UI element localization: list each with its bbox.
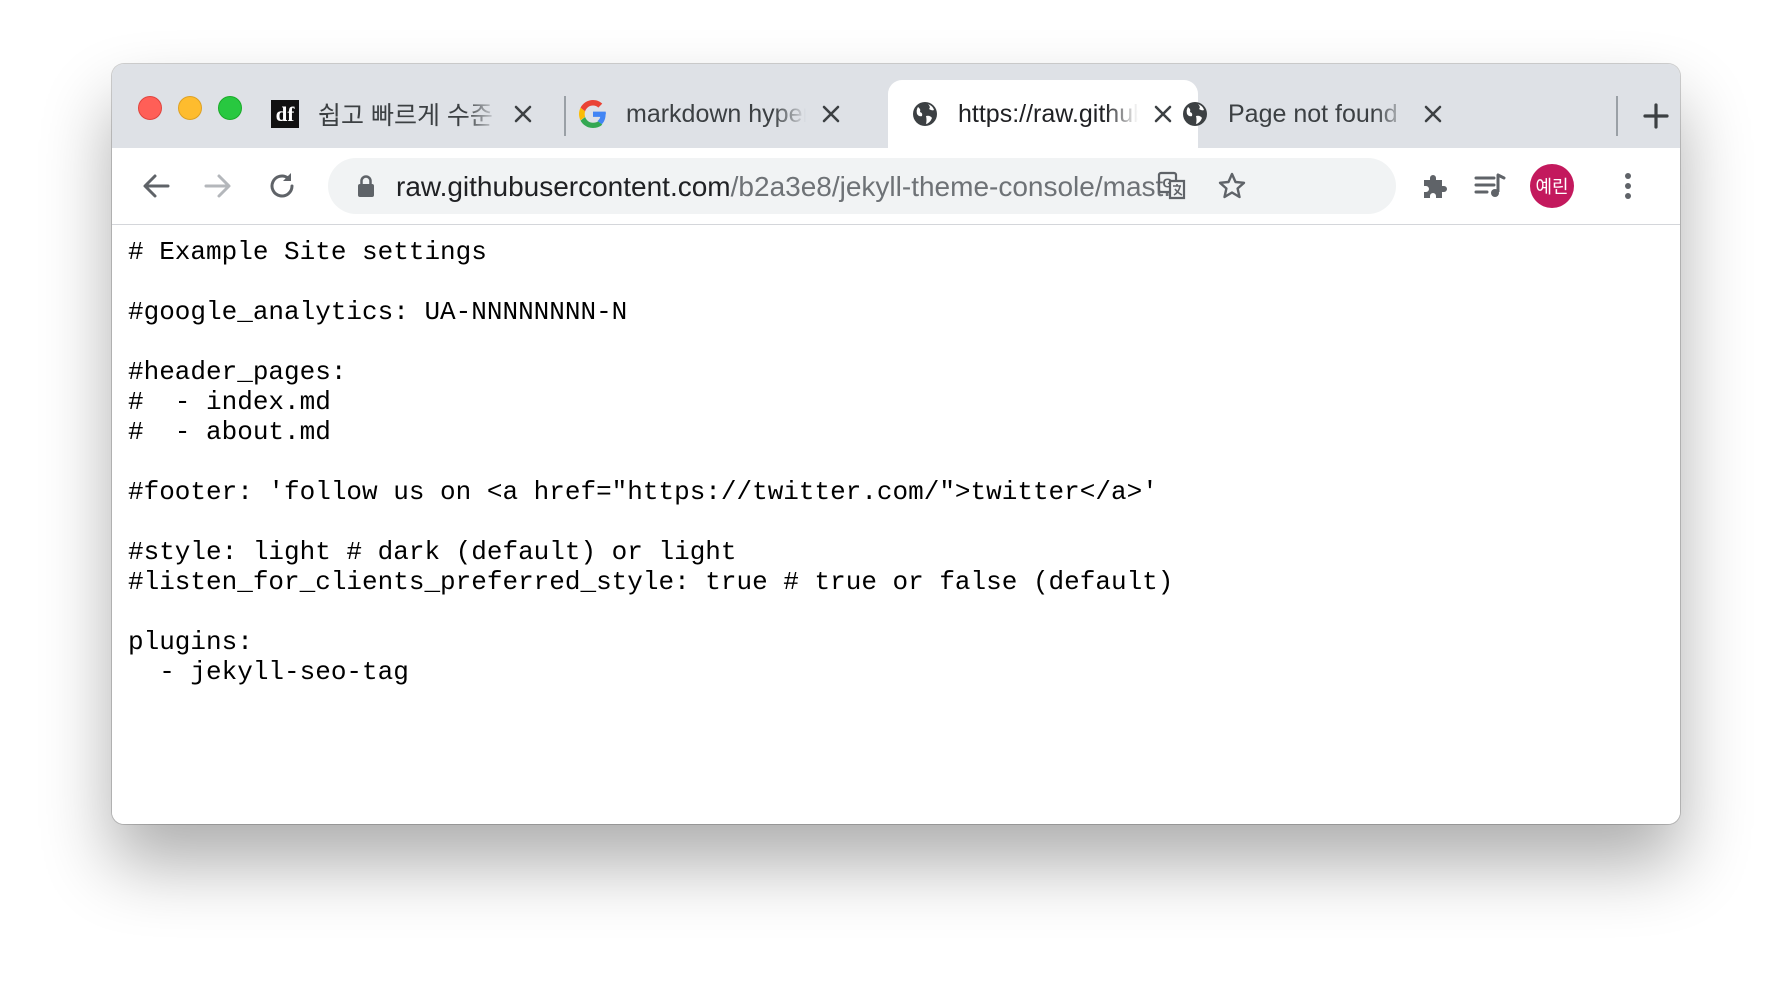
tab-raw-github[interactable]: https://raw.githubusercontent.com xyxy=(888,80,1198,148)
code-line: #footer: 'follow us on <a href="https://… xyxy=(128,477,1158,507)
globe-icon xyxy=(1180,99,1210,129)
url-text[interactable]: raw.githubusercontent.com/b2a3e8/jekyll-… xyxy=(396,171,1187,203)
tab-blog[interactable]: df 쉽고 빠르게 수준 높은 블로그 xyxy=(248,80,558,148)
tab-strip: df 쉽고 빠르게 수준 높은 블로그 markdown hyperlink xyxy=(112,64,1680,148)
code-line: #google_analytics: UA-NNNNNNNN-N xyxy=(128,297,628,327)
code-line: # - index.md xyxy=(128,387,331,417)
window-close-button[interactable] xyxy=(138,96,162,120)
back-button[interactable] xyxy=(136,166,176,206)
code-line: #header_pages: xyxy=(128,357,347,387)
profile-avatar[interactable]: 예린 xyxy=(1530,164,1574,208)
browser-window: df 쉽고 빠르게 수준 높은 블로그 markdown hyperlink xyxy=(112,64,1680,824)
tab-google-search[interactable]: markdown hyperlink xyxy=(556,80,866,148)
menu-button[interactable] xyxy=(1608,166,1648,206)
star-icon[interactable] xyxy=(1214,168,1250,204)
arrow-right-icon xyxy=(204,174,231,198)
tab-close-icon[interactable] xyxy=(816,99,846,129)
new-tab-button[interactable] xyxy=(1638,98,1674,134)
media-control-button[interactable] xyxy=(1470,166,1510,206)
tab-separator xyxy=(1616,96,1618,136)
translate-icon[interactable]: G xyxy=(1154,168,1190,204)
more-vert-icon xyxy=(1625,173,1631,199)
browser-toolbar: raw.githubusercontent.com/b2a3e8/jekyll-… xyxy=(112,148,1680,225)
url-path: /b2a3e8/jekyll-theme-console/mast... xyxy=(730,171,1187,202)
tab-close-icon[interactable] xyxy=(1418,99,1448,129)
code-line: - jekyll-seo-tag xyxy=(128,657,409,687)
plus-icon xyxy=(1643,103,1669,129)
code-line: plugins: xyxy=(128,627,253,657)
extensions-button[interactable] xyxy=(1414,166,1454,206)
tab-title: Page not found xyxy=(1228,99,1398,128)
raw-text-content: # Example Site settings #google_analytic… xyxy=(128,237,1173,687)
tab-close-icon[interactable] xyxy=(508,99,538,129)
code-line: # - about.md xyxy=(128,417,331,447)
window-zoom-button[interactable] xyxy=(218,96,242,120)
lock-icon xyxy=(358,175,374,197)
page-content: # Example Site settings #google_analytic… xyxy=(112,225,1680,824)
globe-icon xyxy=(910,99,940,129)
code-line: #style: light # dark (default) or light xyxy=(128,537,737,567)
arrow-left-icon xyxy=(143,174,170,198)
url-domain: raw.githubusercontent.com xyxy=(396,171,731,202)
tab-title: markdown hyperlink xyxy=(626,99,806,128)
code-line: #listen_for_clients_preferred_style: tru… xyxy=(128,567,1174,597)
google-icon xyxy=(578,99,608,129)
puzzle-piece-icon xyxy=(1424,175,1447,198)
playlist-music-icon xyxy=(1474,173,1506,197)
reload-button[interactable] xyxy=(262,166,302,206)
tab-title: 쉽고 빠르게 수준 높은 블로그 xyxy=(318,102,498,130)
df-logo-icon: df xyxy=(270,99,300,129)
code-line: # Example Site settings xyxy=(128,237,487,267)
reload-icon xyxy=(270,173,294,198)
address-bar[interactable]: raw.githubusercontent.com/b2a3e8/jekyll-… xyxy=(328,158,1396,214)
tab-title: https://raw.githubusercontent.com xyxy=(958,99,1138,128)
window-minimize-button[interactable] xyxy=(178,96,202,120)
tab-page-not-found[interactable]: Page not found xyxy=(1158,80,1468,148)
forward-button[interactable] xyxy=(198,166,238,206)
